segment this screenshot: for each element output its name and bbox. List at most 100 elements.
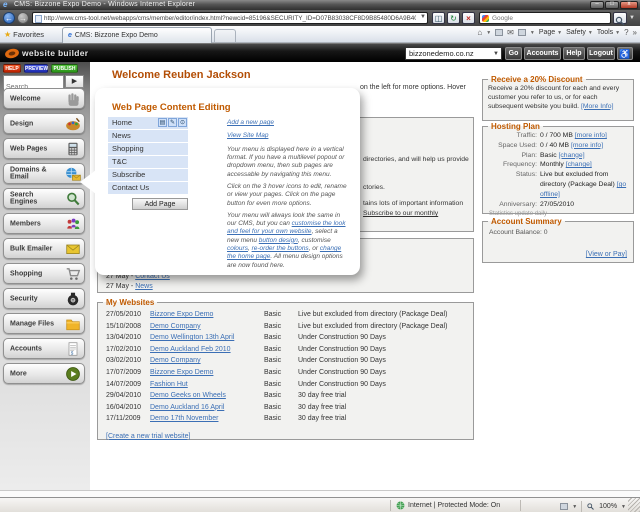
colours-link[interactable]: colours	[227, 245, 248, 252]
website-link[interactable]: Bizzone Expo Demo	[150, 311, 213, 318]
domain-select[interactable]: bizzonedemo.co.nz▼	[405, 47, 502, 60]
magnifier-icon	[65, 191, 81, 207]
sidebar-item-bulk-emailer[interactable]: Bulk Emailer	[3, 238, 85, 259]
account-legend: Account Summary	[488, 217, 565, 226]
zoom-dropdown-icon[interactable]: ▼	[621, 504, 626, 510]
print-icon[interactable]	[518, 29, 526, 36]
news-link-news[interactable]: News	[135, 283, 153, 290]
favorites-button[interactable]: ★Favorites	[2, 28, 58, 41]
sidebar: HELP PREVIEW PUBLISH ▶ Welcome Design We…	[0, 62, 90, 490]
safety-menu[interactable]: Safety ▼	[566, 29, 593, 36]
sidebar-item-more[interactable]: More	[3, 363, 85, 384]
view-or-pay-link[interactable]: [View or Pay]	[586, 251, 627, 258]
web-search-input[interactable]	[492, 13, 604, 23]
search-box	[479, 12, 611, 24]
help-button[interactable]: Help	[563, 47, 585, 60]
tools-menu[interactable]: Tools ▼	[597, 29, 620, 36]
print-dropdown-icon[interactable]: ▼	[530, 30, 535, 36]
reorder-buttons-link[interactable]: re-order the buttons	[252, 245, 309, 252]
url-dropdown-icon[interactable]: ▼	[420, 14, 426, 20]
page-item-shopping[interactable]: Shopping	[108, 143, 188, 155]
more-info-link[interactable]: [More Info]	[581, 103, 614, 110]
sidebar-item-web-pages[interactable]: Web Pages	[3, 138, 85, 159]
minimize-button[interactable]: –	[590, 1, 604, 9]
view-site-map-link[interactable]: View Site Map	[227, 132, 349, 140]
feeds-icon[interactable]	[495, 29, 503, 36]
sidebar-item-domains-email[interactable]: Domains & Email	[3, 163, 85, 184]
folder-icon	[65, 316, 81, 332]
page-item-contact-us[interactable]: Contact Us	[108, 182, 188, 194]
zoom-level[interactable]: 100%	[599, 503, 617, 510]
page-item-home[interactable]: Home ▤✎⊙	[108, 117, 188, 129]
website-link[interactable]: Bizzone Expo Demo	[150, 369, 213, 376]
website-link[interactable]: Demo Auckland 16 April	[150, 404, 224, 411]
sidebar-preview-button[interactable]: PREVIEW	[24, 64, 48, 73]
sidebar-help-button[interactable]: HELP	[3, 64, 21, 73]
change-link[interactable]: [change]	[566, 161, 592, 168]
compatibility-view-button[interactable]: ◫	[432, 12, 445, 24]
website-link[interactable]: Demo Wellington 13th April	[150, 334, 234, 341]
home-dropdown-icon[interactable]: ▼	[486, 30, 491, 36]
website-link[interactable]: Demo Auckland Feb 2010	[150, 346, 231, 353]
create-trial-website-link[interactable]: [Create a new trial website]	[106, 433, 190, 440]
forward-button[interactable]: →	[17, 12, 29, 24]
more-info-link[interactable]: [more info]	[575, 132, 607, 139]
sidebar-item-members[interactable]: Members	[3, 213, 85, 234]
edit-page-icon[interactable]: ✎	[168, 118, 177, 127]
website-link[interactable]: Fashion Hut	[150, 381, 188, 388]
home-icon[interactable]: ⌂	[477, 28, 482, 37]
search-dropdown-icon[interactable]: ▼	[629, 15, 635, 21]
search-go-button[interactable]	[613, 12, 627, 24]
add-new-page-link[interactable]: Add a new page	[227, 119, 349, 127]
page-item-subscribe[interactable]: Subscribe	[108, 169, 188, 181]
page-menu[interactable]: Page ▼	[539, 29, 562, 36]
chevron-down-icon[interactable]: ▼	[572, 504, 577, 510]
tab-cms[interactable]: eCMS: Bizzone Expo Demo	[62, 27, 212, 43]
website-link[interactable]: Demo Geeks on Wheels	[150, 392, 226, 399]
sidebar-item-design[interactable]: Design	[3, 113, 85, 134]
back-button[interactable]: ←	[3, 12, 15, 24]
more-info-link[interactable]: [more info]	[571, 142, 603, 149]
sidebar-item-manage-files[interactable]: Manage Files	[3, 313, 85, 334]
palette-icon	[65, 116, 81, 132]
page-item-tc[interactable]: T&C	[108, 156, 188, 168]
go-button[interactable]: Go	[505, 47, 522, 60]
sidebar-item-welcome[interactable]: Welcome	[3, 88, 85, 109]
select-mode-icon[interactable]	[560, 503, 568, 510]
sidebar-item-accounts[interactable]: Accounts $	[3, 338, 85, 359]
close-button[interactable]: x	[620, 1, 638, 9]
website-link[interactable]: Demo Company	[150, 357, 201, 364]
maximize-button[interactable]: □	[605, 1, 619, 9]
logout-button[interactable]: Logout	[587, 47, 615, 60]
view-page-icon[interactable]: ▤	[158, 118, 167, 127]
accounts-button[interactable]: Accounts	[524, 47, 561, 60]
subscribe-monthly-link[interactable]: Subscribe to our monthly	[363, 210, 438, 217]
website-builder-logo-icon	[4, 47, 20, 60]
my-websites-list: 27/05/2010Bizzone Expo DemoBasicLive but…	[98, 307, 473, 425]
ie-help-icon[interactable]: ?	[624, 28, 628, 37]
account-balance: Account Balance: 0	[483, 226, 633, 236]
zoom-magnifier-icon	[586, 502, 595, 511]
website-link[interactable]: Demo 17th November	[150, 415, 218, 422]
chevron-more-icon[interactable]: »	[633, 28, 637, 37]
url-input[interactable]	[44, 13, 416, 23]
read-mail-icon[interactable]: ✉	[507, 28, 514, 37]
button-design-link[interactable]: button design	[259, 237, 298, 244]
web-page-content-editing-popup: Web Page Content Editing Home ▤✎⊙ News S…	[95, 88, 360, 275]
sidebar-publish-button[interactable]: PUBLISH	[51, 64, 78, 73]
stop-button[interactable]: ×	[462, 12, 475, 24]
sidebar-search-button[interactable]: ▶	[65, 75, 84, 88]
website-link[interactable]: Demo Company	[150, 323, 201, 330]
divider	[520, 500, 521, 511]
add-page-button[interactable]: Add Page	[132, 198, 188, 210]
new-tab-stub[interactable]	[214, 29, 236, 42]
sidebar-item-search-engines[interactable]: Search Engines	[3, 188, 85, 209]
change-link[interactable]: [change]	[559, 152, 585, 159]
divider	[390, 500, 391, 511]
accessibility-icon[interactable]: ♿	[617, 47, 633, 60]
sidebar-item-security[interactable]: Security	[3, 288, 85, 309]
refresh-button[interactable]: ↻	[447, 12, 460, 24]
rename-page-icon[interactable]: ⊙	[178, 118, 187, 127]
page-item-news[interactable]: News	[108, 130, 188, 142]
sidebar-item-shopping[interactable]: Shopping	[3, 263, 85, 284]
